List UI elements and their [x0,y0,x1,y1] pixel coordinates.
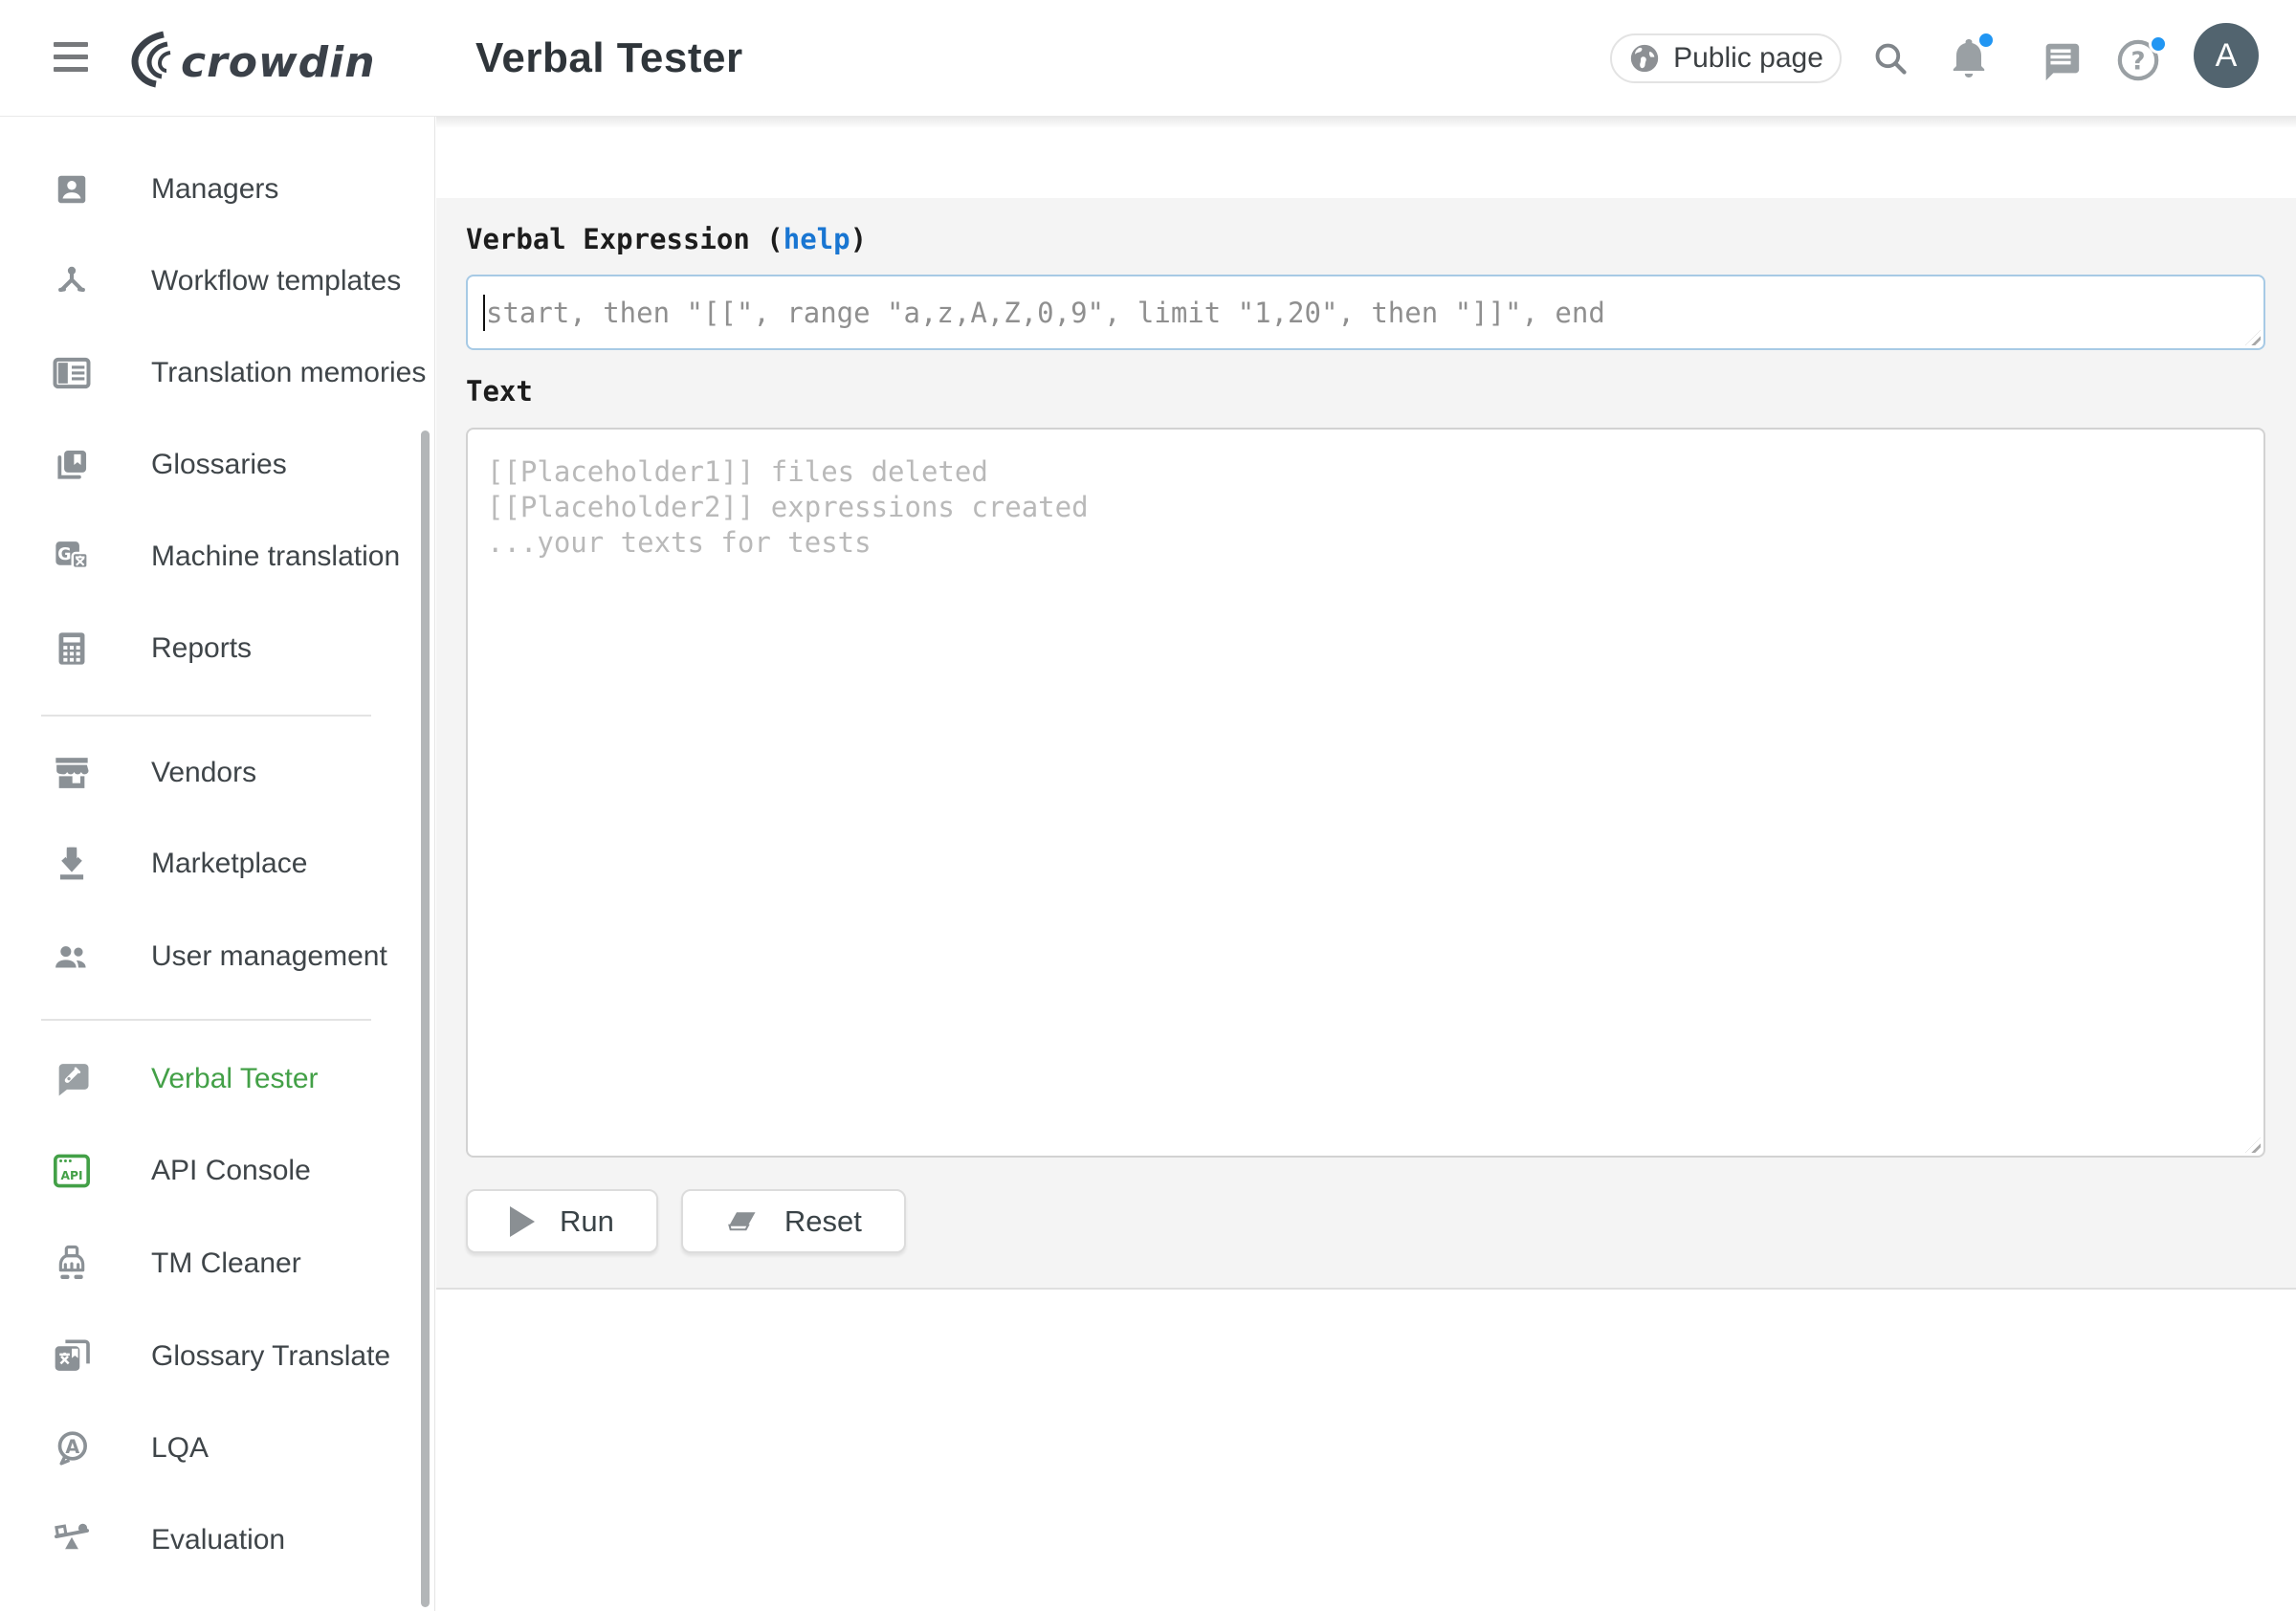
brush-icon [53,1245,91,1283]
menu-icon[interactable] [54,42,88,75]
resize-grip[interactable] [2245,330,2261,345]
sidebar-item-user-management[interactable]: User management [0,925,421,988]
sidebar-item-label: Workflow templates [151,265,401,298]
sidebar-item-vendors[interactable]: Vendors [0,741,421,805]
storefront-icon [53,754,91,792]
sidebar-item-label: TM Cleaner [151,1247,301,1280]
sidebar-item-reports[interactable]: Reports [0,617,421,680]
expression-placeholder: start, then "[[", range "a,z,A,Z,0,9", l… [486,297,1605,329]
sidebar-item-label: LQA [151,1432,209,1465]
sidebar-item-managers[interactable]: Managers [0,158,421,221]
globe-icon [1628,42,1661,75]
text-caret [483,295,485,331]
app-screen: crowdin Verbal Tester Public page ? A [0,0,2296,1611]
text-placeholder-line: [[Placeholder1]] files deleted [487,454,2263,490]
sidebar-item-label: Reports [151,632,252,665]
svg-text:?: ? [2130,48,2145,77]
main-content: Verbal Expression (help) start, then "[[… [436,117,2296,1611]
memory-card-icon [53,354,91,392]
svg-text:G: G [57,545,71,564]
sidebar-item-verbal-tester[interactable]: Verbal Tester [0,1048,421,1111]
eraser-icon [725,1209,760,1234]
sidebar-item-label: Machine translation [151,541,400,573]
api-console-icon: API [53,1152,91,1190]
sidebar-item-label: Vendors [151,757,256,789]
text-label: Text [466,375,533,408]
sidebar-item-label: User management [151,940,387,973]
page-title: Verbal Tester [475,34,743,82]
reset-button[interactable]: Reset [681,1189,906,1253]
sidebar-item-label: Translation memories [151,357,426,389]
button-row: Run Reset [466,1189,906,1253]
text-placeholder-line: ...your texts for tests [487,525,2263,561]
sidebar-item-workflow-templates[interactable]: Workflow templates [0,250,421,313]
sidebar-item-translation-memories[interactable]: Translation memories [0,342,421,405]
glossary-translate-icon [53,1337,91,1376]
balance-icon [53,1521,91,1559]
workflow-icon [53,262,91,300]
test-tube-bubble-icon [53,1060,91,1098]
crowdin-logo[interactable]: crowdin [121,27,399,90]
lqa-magnifier-icon: A [53,1429,91,1468]
bookmark-book-icon [53,446,91,484]
public-page-button[interactable]: Public page [1610,33,1842,83]
sidebar-item-label: Glossary Translate [151,1340,390,1373]
sidebar-divider [41,1019,371,1021]
help-badge [2149,34,2168,54]
play-icon [510,1206,535,1237]
svg-text:API: API [60,1169,82,1182]
help-link[interactable]: help [784,223,850,255]
download-icon [53,845,91,883]
sidebar-item-label: Glossaries [151,449,287,481]
sidebar-item-api-console[interactable]: API API Console [0,1139,421,1203]
messages-icon[interactable] [2039,38,2083,82]
sidebar-item-label: API Console [151,1155,311,1187]
text-input[interactable]: [[Placeholder1]] files deleted [[Placeho… [466,428,2265,1158]
expression-input[interactable]: start, then "[[", range "a,z,A,Z,0,9", l… [466,275,2265,350]
text-placeholder-line: [[Placeholder2]] expressions created [487,490,2263,525]
sidebar-item-marketplace[interactable]: Marketplace [0,832,421,895]
run-button[interactable]: Run [466,1189,658,1253]
resize-grip[interactable] [2245,1137,2261,1153]
sidebar-divider [41,715,371,717]
help-icon[interactable]: ? [2116,38,2160,82]
sidebar-item-glossaries[interactable]: Glossaries [0,433,421,497]
people-icon [53,938,91,976]
sidebar-item-glossary-translate[interactable]: Glossary Translate [0,1325,421,1388]
sidebar-item-label: Evaluation [151,1524,285,1556]
top-header: crowdin Verbal Tester Public page ? A [0,0,2296,117]
reset-button-label: Reset [784,1204,862,1239]
calculator-icon [53,629,91,668]
public-page-label: Public page [1673,42,1823,75]
sidebar-scrollbar[interactable] [421,430,430,1607]
sidebar: Managers Workflow templates Translation … [0,117,435,1611]
sidebar-item-tm-cleaner[interactable]: TM Cleaner [0,1232,421,1295]
sidebar-item-label: Marketplace [151,848,307,880]
sidebar-item-label: Verbal Tester [151,1063,319,1095]
expression-label-suffix: ) [850,223,867,255]
run-button-label: Run [560,1204,614,1239]
expression-label-prefix: Verbal Expression ( [466,223,784,255]
sidebar-item-label: Managers [151,173,278,206]
sidebar-item-evaluation[interactable]: Evaluation [0,1509,421,1572]
sidebar-item-lqa[interactable]: A LQA [0,1417,421,1480]
svg-text:crowdin: crowdin [181,38,376,87]
account-box-icon [53,170,91,209]
sidebar-item-machine-translation[interactable]: G Machine translation [0,525,421,588]
g-translate-icon: G [53,538,91,576]
verbal-tester-panel: Verbal Expression (help) start, then "[[… [436,198,2296,1290]
header-shadow [436,117,2296,128]
svg-text:A: A [65,1436,79,1458]
expression-label: Verbal Expression (help) [466,223,867,255]
avatar[interactable]: A [2194,23,2259,88]
notifications-badge [1976,31,1996,50]
notifications-icon[interactable] [1946,34,1992,82]
search-icon[interactable] [1870,38,1910,78]
